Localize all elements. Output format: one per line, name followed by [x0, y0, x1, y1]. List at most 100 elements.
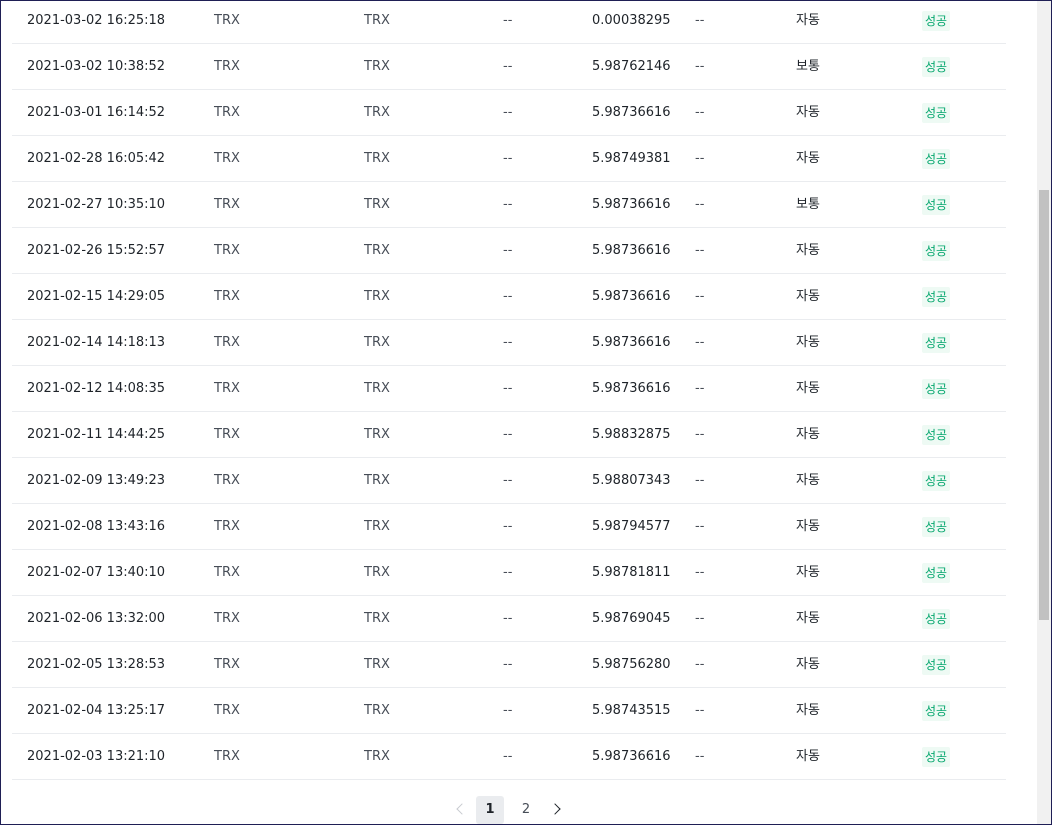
status-badge: 성공 [922, 241, 951, 261]
row-amount: 5.98736616 [592, 381, 671, 396]
row-amount: 5.98736616 [592, 197, 671, 212]
row-network: TRX [364, 473, 390, 488]
row-time: 2021-02-04 13:25:17 [27, 703, 166, 718]
row-amount: 5.98794577 [592, 519, 671, 534]
row-coin: TRX [214, 59, 240, 74]
status-cell: 성공 [922, 701, 951, 721]
scrollbar-thumb[interactable] [1039, 190, 1049, 620]
row-time: 2021-02-27 10:35:10 [27, 197, 166, 212]
status-badge: 성공 [922, 379, 951, 399]
status-badge: 성공 [922, 333, 951, 353]
status-cell: 성공 [922, 57, 951, 77]
table-row: 2021-02-27 10:35:10 TRX TRX -- 5.98736616 -- 보… [12, 182, 1006, 228]
row-type: 자동 [796, 703, 820, 718]
row-type: 자동 [796, 519, 820, 534]
page-2-button[interactable]: 2 [512, 796, 540, 824]
row-network: TRX [364, 151, 390, 166]
status-cell: 성공 [922, 563, 951, 583]
row-type: 자동 [796, 151, 820, 166]
row-type: 자동 [796, 243, 820, 258]
row-address: -- [503, 749, 513, 764]
row-network: TRX [364, 105, 390, 120]
row-address: -- [503, 703, 513, 718]
table-row: 2021-02-12 14:08:35 TRX TRX -- 5.98736616 -- 자… [12, 366, 1006, 412]
table-row: 2021-02-04 13:25:17 TRX TRX -- 5.98743515 -- 자… [12, 688, 1006, 734]
row-coin: TRX [214, 519, 240, 534]
chevron-left-icon [455, 803, 468, 815]
row-address: -- [503, 565, 513, 580]
row-type: 자동 [796, 749, 820, 764]
status-badge: 성공 [922, 195, 951, 215]
page-1-button[interactable]: 1 [476, 796, 504, 824]
row-txid: -- [695, 657, 705, 672]
row-txid: -- [695, 473, 705, 488]
table-row: 2021-02-07 13:40:10 TRX TRX -- 5.98781811 -- 자… [12, 550, 1006, 596]
row-network: TRX [364, 657, 390, 672]
row-coin: TRX [214, 657, 240, 672]
row-amount: 5.98749381 [592, 151, 671, 166]
row-time: 2021-02-28 16:05:42 [27, 151, 166, 166]
row-txid: -- [695, 13, 705, 28]
status-cell: 성공 [922, 609, 951, 629]
prev-page-button[interactable] [446, 796, 474, 824]
status-badge: 성공 [922, 471, 951, 491]
row-amount: 5.98736616 [592, 243, 671, 258]
vertical-scrollbar[interactable] [1037, 1, 1051, 824]
row-coin: TRX [214, 473, 240, 488]
row-coin: TRX [214, 381, 240, 396]
status-badge: 성공 [922, 287, 951, 307]
row-coin: TRX [214, 105, 240, 120]
row-txid: -- [695, 611, 705, 626]
row-network: TRX [364, 611, 390, 626]
row-txid: -- [695, 335, 705, 350]
row-type: 자동 [796, 657, 820, 672]
row-address: -- [503, 657, 513, 672]
row-network: TRX [364, 703, 390, 718]
status-cell: 성공 [922, 287, 951, 307]
row-coin: TRX [214, 197, 240, 212]
row-address: -- [503, 519, 513, 534]
row-coin: TRX [214, 289, 240, 304]
chevron-right-icon [548, 803, 561, 815]
row-amount: 5.98762146 [592, 59, 671, 74]
table-row: 2021-02-15 14:29:05 TRX TRX -- 5.98736616 -- 자… [12, 274, 1006, 320]
row-amount: 0.00038295 [592, 13, 671, 28]
row-amount: 5.98756280 [592, 657, 671, 672]
row-txid: -- [695, 519, 705, 534]
row-address: -- [503, 611, 513, 626]
row-time: 2021-02-15 14:29:05 [27, 289, 166, 304]
row-amount: 5.98743515 [592, 703, 671, 718]
row-type: 자동 [796, 13, 820, 28]
row-network: TRX [364, 289, 390, 304]
row-address: -- [503, 289, 513, 304]
row-network: TRX [364, 13, 390, 28]
row-address: -- [503, 105, 513, 120]
row-amount: 5.98736616 [592, 749, 671, 764]
row-network: TRX [364, 381, 390, 396]
status-badge: 성공 [922, 149, 951, 169]
table-row: 2021-03-02 16:25:18 TRX TRX -- 0.00038295 -- 자… [12, 1, 1006, 44]
row-txid: -- [695, 243, 705, 258]
row-coin: TRX [214, 151, 240, 166]
row-txid: -- [695, 151, 705, 166]
row-amount: 5.98832875 [592, 427, 671, 442]
status-badge: 성공 [922, 517, 951, 537]
table-row: 2021-02-11 14:44:25 TRX TRX -- 5.98832875 -- 자… [12, 412, 1006, 458]
status-badge: 성공 [922, 425, 951, 445]
table-row: 2021-02-14 14:18:13 TRX TRX -- 5.98736616 -- 자… [12, 320, 1006, 366]
row-txid: -- [695, 565, 705, 580]
row-type: 자동 [796, 105, 820, 120]
row-address: -- [503, 381, 513, 396]
row-txid: -- [695, 105, 705, 120]
row-txid: -- [695, 381, 705, 396]
table-row: 2021-02-26 15:52:57 TRX TRX -- 5.98736616 -- 자… [12, 228, 1006, 274]
row-coin: TRX [214, 749, 240, 764]
row-txid: -- [695, 703, 705, 718]
status-badge: 성공 [922, 103, 951, 123]
row-address: -- [503, 59, 513, 74]
row-amount: 5.98736616 [592, 289, 671, 304]
status-cell: 성공 [922, 517, 951, 537]
next-page-button[interactable] [542, 796, 570, 824]
status-cell: 성공 [922, 425, 951, 445]
row-coin: TRX [214, 243, 240, 258]
